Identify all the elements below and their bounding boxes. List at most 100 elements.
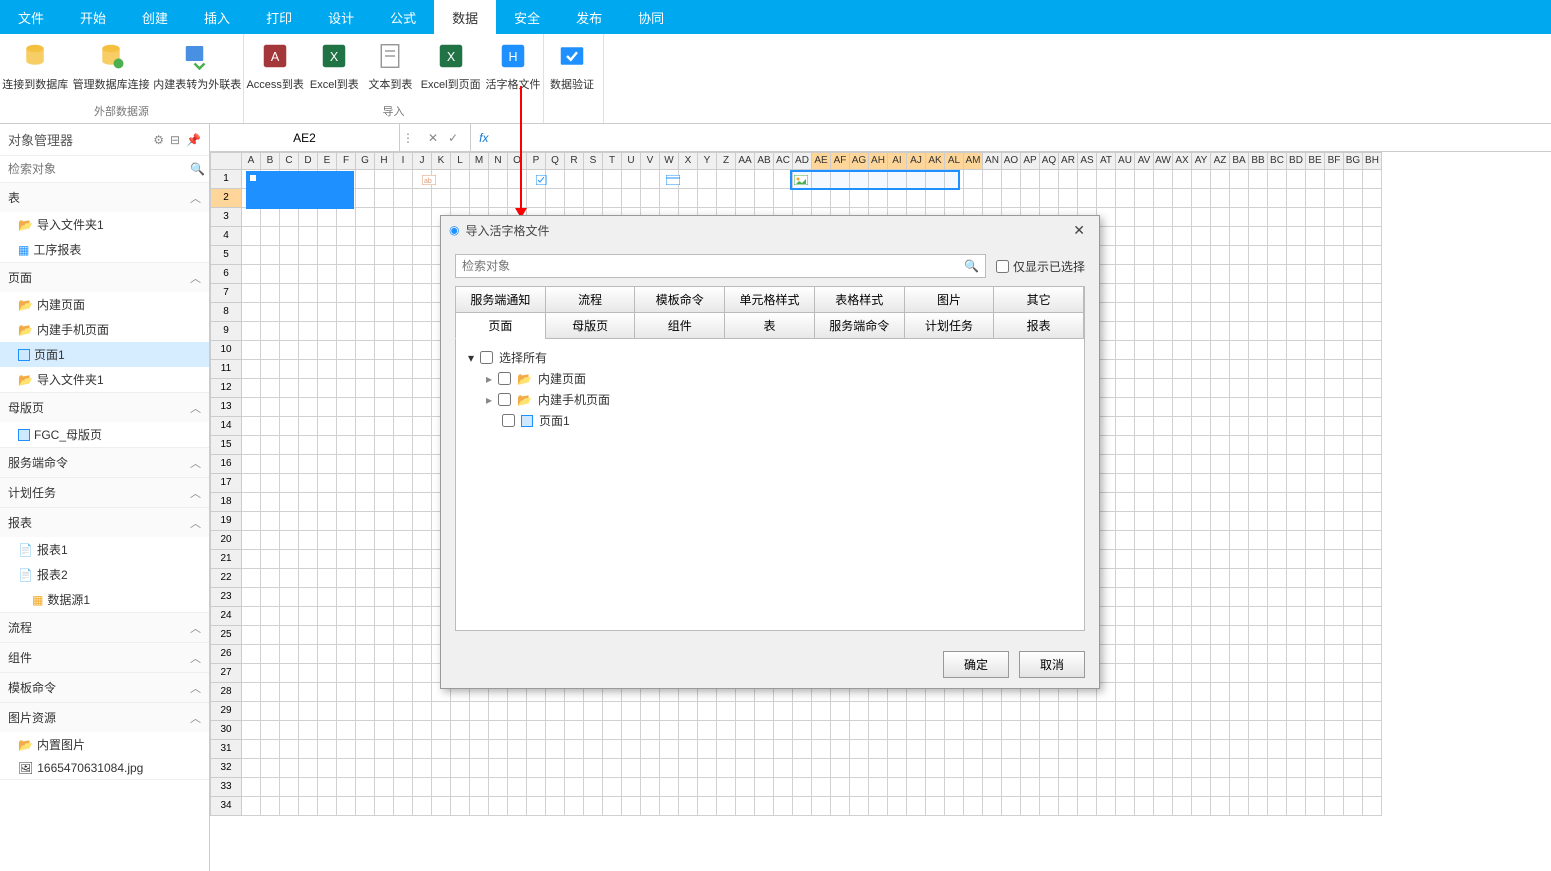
cell[interactable] xyxy=(318,303,337,322)
sidebar-item-imgfile[interactable]: 🖼1665470631084.jpg xyxy=(0,757,209,779)
cell[interactable] xyxy=(394,398,413,417)
cell[interactable] xyxy=(1287,664,1306,683)
cell[interactable] xyxy=(1135,512,1154,531)
dlg-tab-cellstyle[interactable]: 单元格样式 xyxy=(724,286,815,313)
cell[interactable] xyxy=(1002,702,1021,721)
cell[interactable] xyxy=(926,189,945,208)
cell[interactable] xyxy=(242,379,261,398)
cell[interactable] xyxy=(1135,379,1154,398)
cell[interactable] xyxy=(280,683,299,702)
cell[interactable] xyxy=(1268,455,1287,474)
cell[interactable] xyxy=(337,683,356,702)
cell[interactable] xyxy=(945,797,964,816)
cell[interactable] xyxy=(337,531,356,550)
cell[interactable] xyxy=(926,778,945,797)
cell[interactable] xyxy=(261,322,280,341)
col-header-BA[interactable]: BA xyxy=(1230,152,1249,170)
cell[interactable] xyxy=(983,189,1002,208)
cell[interactable] xyxy=(1249,189,1268,208)
cell[interactable] xyxy=(432,797,451,816)
cell[interactable] xyxy=(1173,170,1192,189)
cell[interactable] xyxy=(261,569,280,588)
cell[interactable] xyxy=(1363,341,1382,360)
cell[interactable] xyxy=(1040,189,1059,208)
cell[interactable] xyxy=(1154,531,1173,550)
cell[interactable] xyxy=(565,170,584,189)
section-servercmd[interactable]: 服务端命令︿ xyxy=(0,448,209,477)
col-header-AR[interactable]: AR xyxy=(1059,152,1078,170)
cell[interactable] xyxy=(1154,588,1173,607)
cell[interactable] xyxy=(1173,455,1192,474)
cell[interactable] xyxy=(850,778,869,797)
cell[interactable] xyxy=(394,189,413,208)
cell[interactable] xyxy=(1211,170,1230,189)
cell[interactable] xyxy=(1192,626,1211,645)
cell[interactable] xyxy=(413,740,432,759)
cell[interactable] xyxy=(261,493,280,512)
cell[interactable] xyxy=(318,664,337,683)
section-imgres[interactable]: 图片资源︿ xyxy=(0,703,209,732)
cell[interactable] xyxy=(299,284,318,303)
tree-item-builtin-page[interactable]: ▸📂内建页面 xyxy=(468,368,1072,389)
cell[interactable] xyxy=(299,721,318,740)
cell[interactable] xyxy=(375,208,394,227)
dlg-tab-page[interactable]: 页面 xyxy=(455,312,546,339)
sidebar-item-builtin-page[interactable]: 📂内建页面 xyxy=(0,292,209,317)
cell[interactable] xyxy=(1268,474,1287,493)
search-icon[interactable]: 🔍 xyxy=(964,259,979,273)
cell[interactable] xyxy=(698,189,717,208)
cell[interactable] xyxy=(318,797,337,816)
cell[interactable] xyxy=(1078,170,1097,189)
cell[interactable] xyxy=(470,797,489,816)
cell[interactable] xyxy=(1135,797,1154,816)
cell[interactable] xyxy=(394,170,413,189)
cell[interactable] xyxy=(1173,436,1192,455)
cell[interactable] xyxy=(1211,721,1230,740)
cell[interactable] xyxy=(470,721,489,740)
cell[interactable] xyxy=(299,455,318,474)
cell[interactable] xyxy=(1287,284,1306,303)
cell[interactable] xyxy=(280,626,299,645)
cell[interactable] xyxy=(1268,569,1287,588)
cell[interactable] xyxy=(1192,265,1211,284)
cell[interactable] xyxy=(888,759,907,778)
cell[interactable] xyxy=(413,702,432,721)
cell[interactable] xyxy=(1230,702,1249,721)
cell[interactable] xyxy=(1249,626,1268,645)
cell[interactable] xyxy=(622,740,641,759)
row-header-7[interactable]: 7 xyxy=(210,284,242,303)
cell[interactable] xyxy=(1287,227,1306,246)
cell[interactable] xyxy=(394,303,413,322)
cell[interactable] xyxy=(1306,417,1325,436)
cell[interactable] xyxy=(1306,322,1325,341)
cell[interactable] xyxy=(1135,170,1154,189)
cell[interactable] xyxy=(1325,360,1344,379)
cell[interactable] xyxy=(1287,417,1306,436)
cell[interactable] xyxy=(1363,398,1382,417)
cell[interactable] xyxy=(1325,569,1344,588)
cell[interactable] xyxy=(337,436,356,455)
cell[interactable] xyxy=(413,322,432,341)
btn-manage-db[interactable]: 管理数据库连接 xyxy=(71,34,152,101)
cell[interactable] xyxy=(1173,322,1192,341)
cell[interactable] xyxy=(261,360,280,379)
dlg-tab-table[interactable]: 表 xyxy=(724,312,815,339)
cell[interactable] xyxy=(1135,550,1154,569)
cell[interactable] xyxy=(299,702,318,721)
cell[interactable] xyxy=(299,341,318,360)
cell[interactable] xyxy=(1287,607,1306,626)
cell[interactable] xyxy=(1306,797,1325,816)
cell[interactable] xyxy=(1116,664,1135,683)
section-master[interactable]: 母版页︿ xyxy=(0,393,209,422)
dialog-ok-button[interactable]: 确定 xyxy=(943,651,1009,678)
btn-excel-table[interactable]: X Excel到表 xyxy=(306,34,362,101)
cell[interactable] xyxy=(736,797,755,816)
cell[interactable] xyxy=(394,550,413,569)
cell[interactable] xyxy=(1287,721,1306,740)
cell[interactable] xyxy=(318,531,337,550)
cell[interactable] xyxy=(1344,379,1363,398)
cell[interactable] xyxy=(242,683,261,702)
cell[interactable] xyxy=(565,740,584,759)
cell[interactable] xyxy=(945,702,964,721)
cell[interactable] xyxy=(413,303,432,322)
